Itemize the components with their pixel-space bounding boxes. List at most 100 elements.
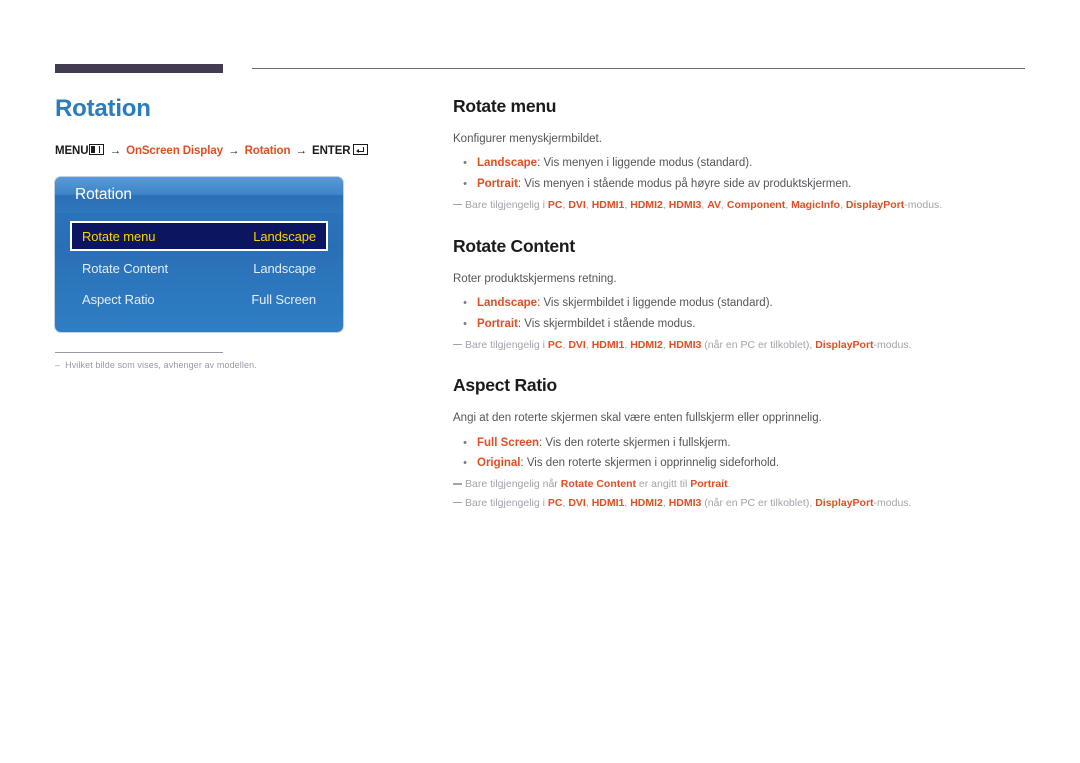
breadcrumb-arrow-1: → (109, 145, 122, 158)
osd-row-list: Rotate menu Landscape Rotate Content Lan… (55, 213, 343, 332)
header-accent-block (55, 64, 223, 73)
bullet-marker: • (463, 157, 467, 170)
note-term: Portrait (690, 478, 728, 491)
breadcrumb: MENU → OnScreen Display → Rotation → ENT… (55, 144, 415, 157)
menu-bars-icon (89, 144, 105, 156)
note-prefix: Bare tilgjengelig i (465, 338, 548, 351)
left-footnote: – Hvilket bilde som vises, avhenger av mo… (55, 360, 415, 370)
note-suffix: . (727, 478, 731, 491)
bullet-marker: • (463, 178, 467, 191)
section-note: Bare tilgjengelig i PC, DVI, HDMI1, HDMI… (453, 197, 1033, 214)
note-term: HDMI2 (630, 198, 663, 211)
bullet-term: Full Screen (477, 436, 539, 449)
note-term: HDMI1 (591, 338, 625, 351)
note-term: HDMI3 (668, 497, 702, 510)
note-term: AV (707, 198, 722, 211)
bullet-text: Portrait: Vis skjermbildet i stående mod… (477, 316, 1033, 334)
page-title: Rotation (55, 95, 151, 122)
list-item: • Full Screen: Vis den roterte skjermen … (453, 435, 1033, 453)
note-prefix: Bare tilgjengelig i (465, 198, 548, 211)
note-term: DisplayPort (815, 338, 874, 351)
list-item: • Portrait: Vis menyen i stående modus p… (453, 176, 1033, 194)
header-divider-line (252, 68, 1025, 69)
osd-panel-title: Rotation (55, 177, 343, 214)
note-term: DVI (568, 338, 586, 351)
bullet-term: Landscape (477, 157, 538, 170)
osd-row-value: Full Screen (251, 291, 316, 307)
bullet-desc: : Vis den roterte skjermen i fullskjerm. (539, 436, 731, 449)
note-term: PC (547, 198, 563, 211)
list-item: • Landscape: Vis skjermbildet i liggende… (453, 295, 1033, 313)
breadcrumb-item-rotation: Rotation (244, 145, 291, 158)
note-term: DisplayPort (845, 198, 905, 211)
note-prefix: Bare tilgjengelig når (465, 478, 561, 491)
note-term: Rotate Content (560, 478, 636, 491)
note-term: PC (547, 497, 563, 510)
osd-row-aspect-ratio[interactable]: Aspect Ratio Full Screen (70, 285, 328, 313)
note-term: DVI (568, 198, 586, 211)
bullet-term: Portrait (477, 178, 518, 191)
note-suffix: -modus. (904, 198, 943, 211)
note-term: HDMI3 (668, 198, 702, 211)
note-suffix: -modus. (873, 497, 912, 510)
section-note: Bare tilgjengelig når Rotate Content er … (453, 476, 1033, 493)
breadcrumb-arrow-2: → (228, 145, 240, 158)
page-header-rule (55, 64, 1025, 74)
note-term: HDMI2 (630, 497, 663, 510)
bullet-term: Landscape (477, 296, 538, 309)
list-item: • Portrait: Vis skjermbildet i stående m… (453, 316, 1033, 334)
osd-row-value: Landscape (253, 228, 316, 244)
note-middle: (når en PC er tilkoblet), (701, 497, 816, 510)
list-item: • Landscape: Vis menyen i liggende modus… (453, 155, 1033, 173)
breadcrumb-enter-label: ENTER (312, 145, 351, 158)
osd-row-rotate-content[interactable]: Rotate Content Landscape (70, 254, 328, 282)
note-suffix: -modus. (873, 338, 912, 351)
left-footnote-text: Hvilket bilde som vises, avhenger av mod… (65, 360, 257, 371)
bullet-text: Full Screen: Vis den roterte skjermen i … (477, 435, 1033, 453)
section-note: Bare tilgjengelig i PC, DVI, HDMI1, HDMI… (453, 337, 1033, 354)
section-intro: Konfigurer menyskjermbildet. (453, 133, 602, 145)
bullet-desc: : Vis menyen i stående modus på høyre si… (517, 178, 852, 191)
section-note: Bare tilgjengelig i PC, DVI, HDMI1, HDMI… (453, 495, 1033, 512)
bullet-term: Portrait (477, 317, 518, 330)
osd-row-label: Aspect Ratio (82, 291, 155, 307)
note-term: HDMI2 (630, 338, 663, 351)
note-term: PC (547, 338, 563, 351)
bullet-marker: • (463, 296, 467, 309)
bullet-term: Original (477, 457, 521, 470)
bullet-marker: • (463, 317, 467, 330)
bullet-desc: : Vis skjermbildet i stående modus. (517, 317, 696, 330)
bullet-marker: • (463, 436, 467, 449)
breadcrumb-arrow-3: → (295, 145, 308, 158)
enter-arrow-icon (352, 144, 368, 156)
bullet-marker: • (463, 457, 467, 470)
note-term: DVI (568, 497, 586, 510)
note-middle: (når en PC er tilkoblet), (701, 338, 816, 351)
osd-row-rotate-menu[interactable]: Rotate menu Landscape (70, 221, 328, 252)
note-term: HDMI1 (591, 198, 625, 211)
osd-row-label: Rotate Content (82, 260, 169, 276)
section-rotate-content: Rotate Content Roter produktskjermens re… (453, 236, 1033, 354)
bullet-text: Landscape: Vis skjermbildet i liggende m… (477, 295, 1033, 313)
bullet-desc: : Vis skjermbildet i liggende modus (sta… (537, 296, 773, 309)
section-aspect-ratio: Aspect Ratio Angi at den roterte skjerme… (453, 375, 1033, 511)
section-title: Rotate menu (453, 96, 557, 116)
breadcrumb-menu-label: MENU (55, 145, 89, 158)
note-middle: er angitt til (635, 478, 691, 491)
section-title: Aspect Ratio (453, 375, 557, 396)
section-rotate-menu: Rotate menu Konfigurer menyskjermbildet.… (453, 96, 1033, 214)
breadcrumb-item-onscreen-display: OnScreen Display (126, 145, 223, 158)
left-note-divider (55, 352, 223, 354)
note-term: HDMI3 (668, 338, 702, 351)
osd-menu-panel: Rotation Rotate menu Landscape Rotate Co… (55, 177, 343, 333)
section-intro: Roter produktskjermens retning. (453, 272, 617, 285)
section-title: Rotate Content (453, 235, 575, 256)
section-intro: Angi at den roterte skjermen skal være e… (453, 412, 822, 425)
note-term: Component (726, 198, 786, 211)
osd-row-label: Rotate menu (82, 228, 156, 244)
bullet-desc: : Vis menyen i liggende modus (standard)… (537, 157, 753, 170)
list-item: • Original: Vis den roterte skjermen i o… (453, 455, 1033, 473)
note-term: MagicInfo (791, 198, 841, 211)
left-footnote-dash: – (55, 360, 61, 371)
left-column: Rotation MENU → OnScreen Display → Rotat… (55, 95, 415, 370)
